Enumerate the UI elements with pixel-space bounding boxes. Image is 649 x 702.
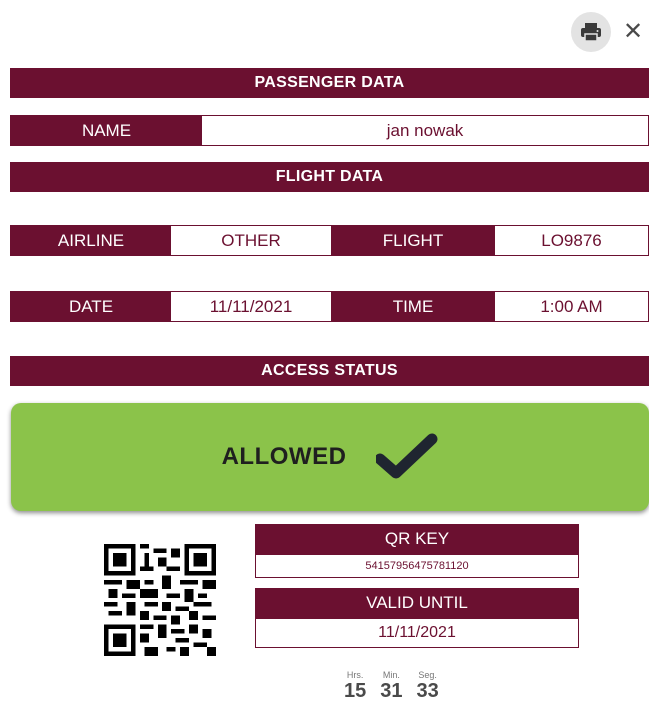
- flight-data-title: FLIGHT DATA: [275, 168, 384, 185]
- close-icon: ✕: [622, 17, 644, 45]
- flight-value: LO9876: [495, 226, 648, 255]
- countdown-hours: Hrs. 15: [344, 670, 366, 702]
- date-label: DATE: [11, 292, 171, 321]
- valid-until-block: VALID UNTIL 11/11/2021: [255, 588, 579, 648]
- close-button[interactable]: ✕: [620, 16, 646, 46]
- passenger-data-title: PASSENGER DATA: [254, 74, 405, 91]
- minutes-label: Min.: [382, 670, 400, 680]
- hours-value: 15: [344, 680, 367, 702]
- print-button[interactable]: [571, 12, 611, 52]
- checkmark-icon: [376, 433, 438, 479]
- passenger-data-header: PASSENGER DATA: [10, 68, 649, 98]
- date-time-row: DATE 11/11/2021 TIME 1:00 AM: [10, 291, 649, 322]
- seconds-label: Seg.: [418, 670, 437, 680]
- date-value: 11/11/2021: [171, 292, 331, 321]
- name-label: NAME: [11, 116, 202, 145]
- minutes-value: 31: [380, 680, 403, 702]
- access-status-box: ALLOWED: [11, 403, 649, 511]
- access-status-text: ALLOWED: [221, 443, 347, 470]
- countdown-timer: Hrs. 15 Min. 31 Seg. 33: [344, 670, 439, 702]
- access-status-title: ACCESS STATUS: [261, 362, 398, 379]
- airline-value: OTHER: [171, 226, 331, 255]
- seconds-value: 33: [416, 680, 439, 702]
- qr-key-value: 54157956475781120: [255, 554, 579, 578]
- hours-label: Hrs.: [346, 670, 364, 680]
- flight-data-header: FLIGHT DATA: [10, 162, 649, 192]
- countdown-seconds: Seg. 33: [417, 670, 439, 702]
- qr-key-label: QR KEY: [255, 524, 579, 554]
- qr-key-block: QR KEY 54157956475781120: [255, 524, 579, 578]
- valid-until-label: VALID UNTIL: [255, 588, 579, 618]
- airline-label: AIRLINE: [11, 226, 171, 255]
- time-label: TIME: [331, 292, 495, 321]
- printer-icon: [581, 23, 601, 42]
- name-value: jan nowak: [202, 116, 648, 145]
- countdown-minutes: Min. 31: [380, 670, 402, 702]
- qr-code: [104, 544, 216, 656]
- access-status-header: ACCESS STATUS: [10, 356, 649, 386]
- time-value: 1:00 AM: [495, 292, 648, 321]
- valid-until-value: 11/11/2021: [255, 618, 579, 648]
- flight-label: FLIGHT: [331, 226, 495, 255]
- name-row: NAME jan nowak: [10, 115, 649, 146]
- airline-flight-row: AIRLINE OTHER FLIGHT LO9876: [10, 225, 649, 256]
